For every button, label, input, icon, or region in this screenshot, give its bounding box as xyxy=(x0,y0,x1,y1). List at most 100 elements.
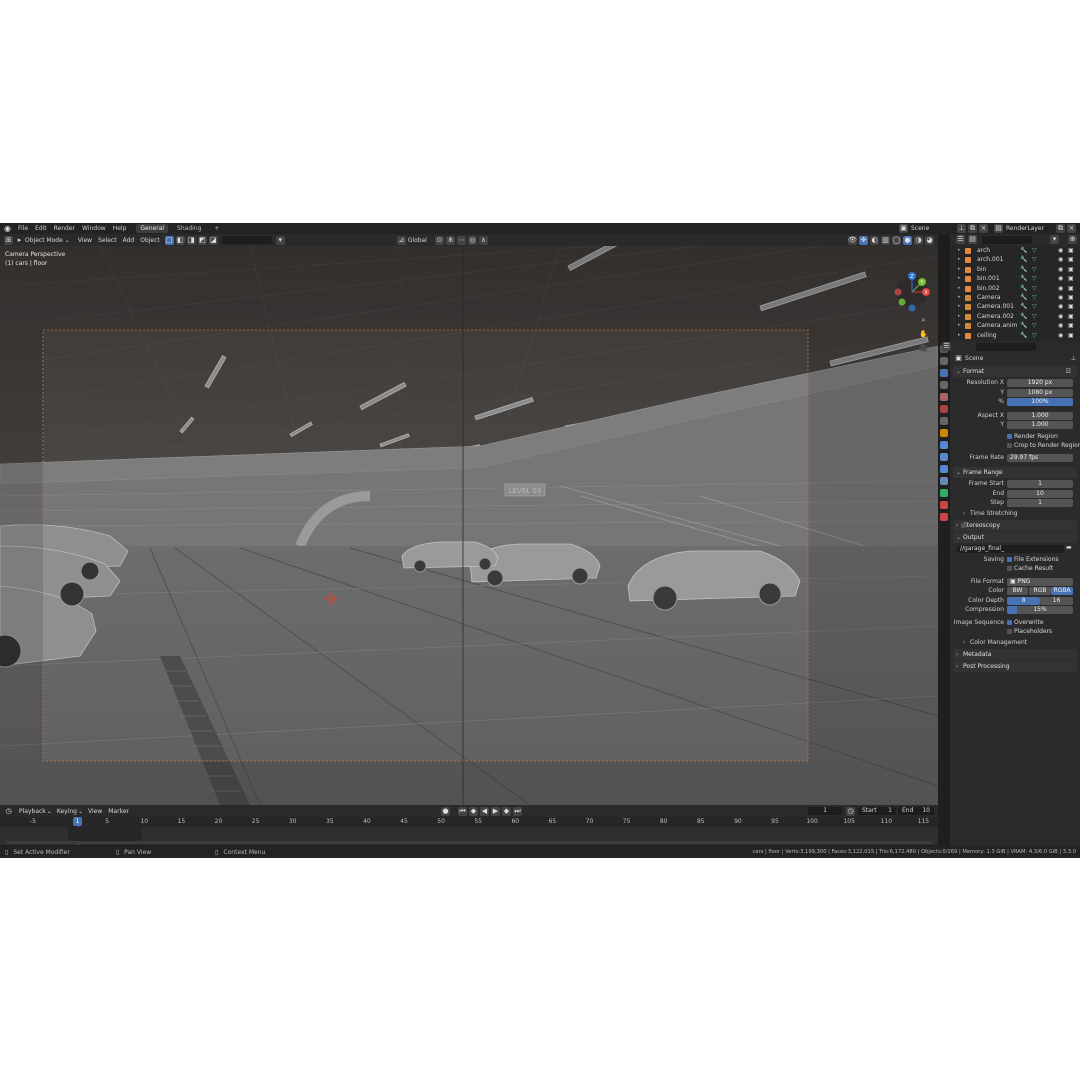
outliner-item[interactable]: ▸ bin.001 🔧 ▽ ◉ ▣ xyxy=(950,274,1080,283)
menu-select[interactable]: Select xyxy=(98,237,117,244)
playhead[interactable]: 1 xyxy=(73,817,83,826)
depth-16-button[interactable]: 16 xyxy=(1040,596,1073,605)
outliner-item[interactable]: ▸ bin 🔧 ▽ ◉ ▣ xyxy=(950,265,1080,274)
resolution-percent-field[interactable]: 100% xyxy=(1007,398,1073,406)
eye-icon[interactable]: ◉ xyxy=(1058,302,1063,311)
physics-tab-icon[interactable] xyxy=(940,465,948,473)
outliner-item[interactable]: ▸ arch 🔧 ▽ ◉ ▣ xyxy=(950,246,1080,255)
chevron-right-icon[interactable]: ▸ xyxy=(958,331,961,340)
chevron-right-icon[interactable]: ▸ xyxy=(958,284,961,293)
outliner-item[interactable]: ▸ Camera.002 🔧 ▽ ◉ ▣ xyxy=(950,312,1080,321)
render-camera-icon[interactable]: ▣ xyxy=(1068,293,1074,302)
chevron-right-icon[interactable]: ▸ xyxy=(958,274,961,283)
render-camera-icon[interactable]: ▣ xyxy=(1068,331,1074,340)
output-path-field[interactable]: //garage_final_ xyxy=(957,544,1064,553)
chevron-right-icon[interactable]: ▸ xyxy=(958,302,961,311)
viewport-3d[interactable]: LEVEL 03 X Y Z Camera Perspective (1) ca… xyxy=(0,246,938,805)
chevron-right-icon[interactable]: ▸ xyxy=(958,265,961,274)
prev-keyframe-icon[interactable]: ◆ xyxy=(469,806,478,816)
editor-type-icon[interactable]: ☰ xyxy=(942,342,951,351)
frame-end-field[interactable]: 10 xyxy=(1007,489,1073,498)
mode-dropdown[interactable]: Object Mode xyxy=(25,237,63,244)
post-processing-panel-header[interactable]: › Post Processing xyxy=(953,660,1077,672)
cache-result-checkbox[interactable] xyxy=(1007,566,1012,571)
blender-logo-icon[interactable]: ◉ xyxy=(4,224,11,233)
compression-slider[interactable]: 15% xyxy=(1007,606,1073,614)
record-icon[interactable]: ● xyxy=(441,806,450,816)
chevron-right-icon[interactable]: ▸ xyxy=(958,255,961,264)
pin-icon[interactable]: ⊥ xyxy=(1071,355,1076,362)
play-reverse-icon[interactable]: ◀ xyxy=(480,806,489,816)
eye-icon[interactable]: ◉ xyxy=(1058,293,1063,302)
render-camera-icon[interactable]: ▣ xyxy=(1068,321,1074,330)
render-camera-icon[interactable]: ▣ xyxy=(1068,246,1074,255)
world-tab-icon[interactable] xyxy=(940,405,948,413)
render-camera-icon[interactable]: ▣ xyxy=(1068,255,1074,264)
menu-keying[interactable]: Keying xyxy=(57,808,77,815)
resolution-x-field[interactable]: 1920 px xyxy=(1007,379,1073,387)
copy-icon[interactable]: ⧉ xyxy=(1056,224,1065,233)
eye-icon[interactable]: ◉ xyxy=(1058,246,1063,255)
scene-tab-icon[interactable] xyxy=(940,393,948,401)
presets-icon[interactable]: ☷ xyxy=(1066,366,1071,377)
outliner-search-input[interactable] xyxy=(982,236,1032,244)
proportional-edit-icon[interactable]: ◎ xyxy=(467,235,477,245)
eye-icon[interactable]: ◉ xyxy=(1058,321,1063,330)
view-layer-tab-icon[interactable] xyxy=(940,381,948,389)
format-panel-header[interactable]: ⌄ Format ☷ xyxy=(953,366,1077,377)
play-icon[interactable]: ▶ xyxy=(491,806,500,816)
frame-start-field[interactable]: 1 xyxy=(1007,480,1073,488)
frame-range-panel-header[interactable]: ⌄ Frame Range xyxy=(953,467,1077,478)
data-tab-icon[interactable] xyxy=(940,489,948,497)
eye-icon[interactable]: ◉ xyxy=(1058,312,1063,321)
select-intersect-icon[interactable]: ◪ xyxy=(208,235,218,245)
placeholders-checkbox[interactable] xyxy=(1007,629,1012,634)
chevron-right-icon[interactable]: ▸ xyxy=(958,321,961,330)
color-rgba-button[interactable]: RGBA xyxy=(1051,587,1073,595)
menu-playback[interactable]: Playback xyxy=(19,808,46,815)
filter-icon[interactable]: ▾ xyxy=(275,235,285,245)
render-camera-icon[interactable]: ▣ xyxy=(1068,284,1074,293)
crop-region-checkbox[interactable] xyxy=(1007,443,1012,448)
resolution-y-field[interactable]: 1080 px xyxy=(1007,388,1073,397)
output-tab-icon[interactable] xyxy=(940,369,948,377)
shading-wireframe-icon[interactable]: ◯ xyxy=(892,235,901,245)
menu-view[interactable]: View xyxy=(78,237,92,244)
object-tab-icon[interactable] xyxy=(940,429,948,437)
metadata-panel-header[interactable]: › Metadata xyxy=(953,648,1077,660)
view-layer-field[interactable]: RenderLayer xyxy=(1006,225,1054,232)
end-field[interactable]: End 10 xyxy=(898,807,934,815)
chevron-right-icon[interactable]: ▸ xyxy=(958,312,961,321)
chevron-right-icon[interactable]: ▸ xyxy=(958,246,961,255)
copy-icon[interactable]: ⧉ xyxy=(968,224,977,233)
current-frame-field[interactable]: 1 xyxy=(808,807,842,815)
menu-object[interactable]: Object xyxy=(140,237,160,244)
orientation-dropdown[interactable]: Global xyxy=(408,237,427,244)
color-rgb-button[interactable]: RGB xyxy=(1029,587,1051,595)
render-camera-icon[interactable]: ▣ xyxy=(1068,274,1074,283)
aspect-x-field[interactable]: 1.000 xyxy=(1007,411,1073,420)
editor-type-icon[interactable]: ◷ xyxy=(4,807,13,816)
viewport-search-input[interactable] xyxy=(221,236,272,244)
eye-icon[interactable]: ◉ xyxy=(1058,265,1063,274)
new-collection-icon[interactable]: ⊕ xyxy=(1068,235,1077,244)
outliner-item[interactable]: ▸ ceiling 🔧 ▽ ◉ ▣ xyxy=(950,331,1080,340)
menu-help[interactable]: Help xyxy=(113,225,127,232)
menu-view[interactable]: View xyxy=(88,808,102,815)
texture-tab-icon[interactable] xyxy=(940,513,948,521)
constraints-tab-icon[interactable] xyxy=(940,477,948,485)
render-region-checkbox[interactable] xyxy=(1007,433,1012,439)
render-camera-icon[interactable]: ▣ xyxy=(1068,302,1074,311)
file-format-dropdown[interactable]: ▣ PNG xyxy=(1007,577,1073,586)
shading-rendered-icon[interactable]: ◕ xyxy=(925,235,934,245)
outliner-item[interactable]: ▸ bin.002 🔧 ▽ ◉ ▣ xyxy=(950,284,1080,293)
outliner-item[interactable]: ▸ Camera.001 🔧 ▽ ◉ ▣ xyxy=(950,302,1080,311)
folder-icon[interactable]: ▬ xyxy=(1066,544,1072,551)
depth-8-button[interactable]: 8 xyxy=(1007,596,1040,605)
menu-marker[interactable]: Marker xyxy=(108,808,129,815)
pin-icon[interactable]: ⊥ xyxy=(957,224,966,233)
snap-icon[interactable]: ⋔ xyxy=(445,235,455,245)
shading-material-icon[interactable]: ◑ xyxy=(914,235,923,245)
overlays-icon[interactable]: ◐ xyxy=(870,235,879,245)
camera-view-icon[interactable]: 🎥 xyxy=(919,344,928,353)
